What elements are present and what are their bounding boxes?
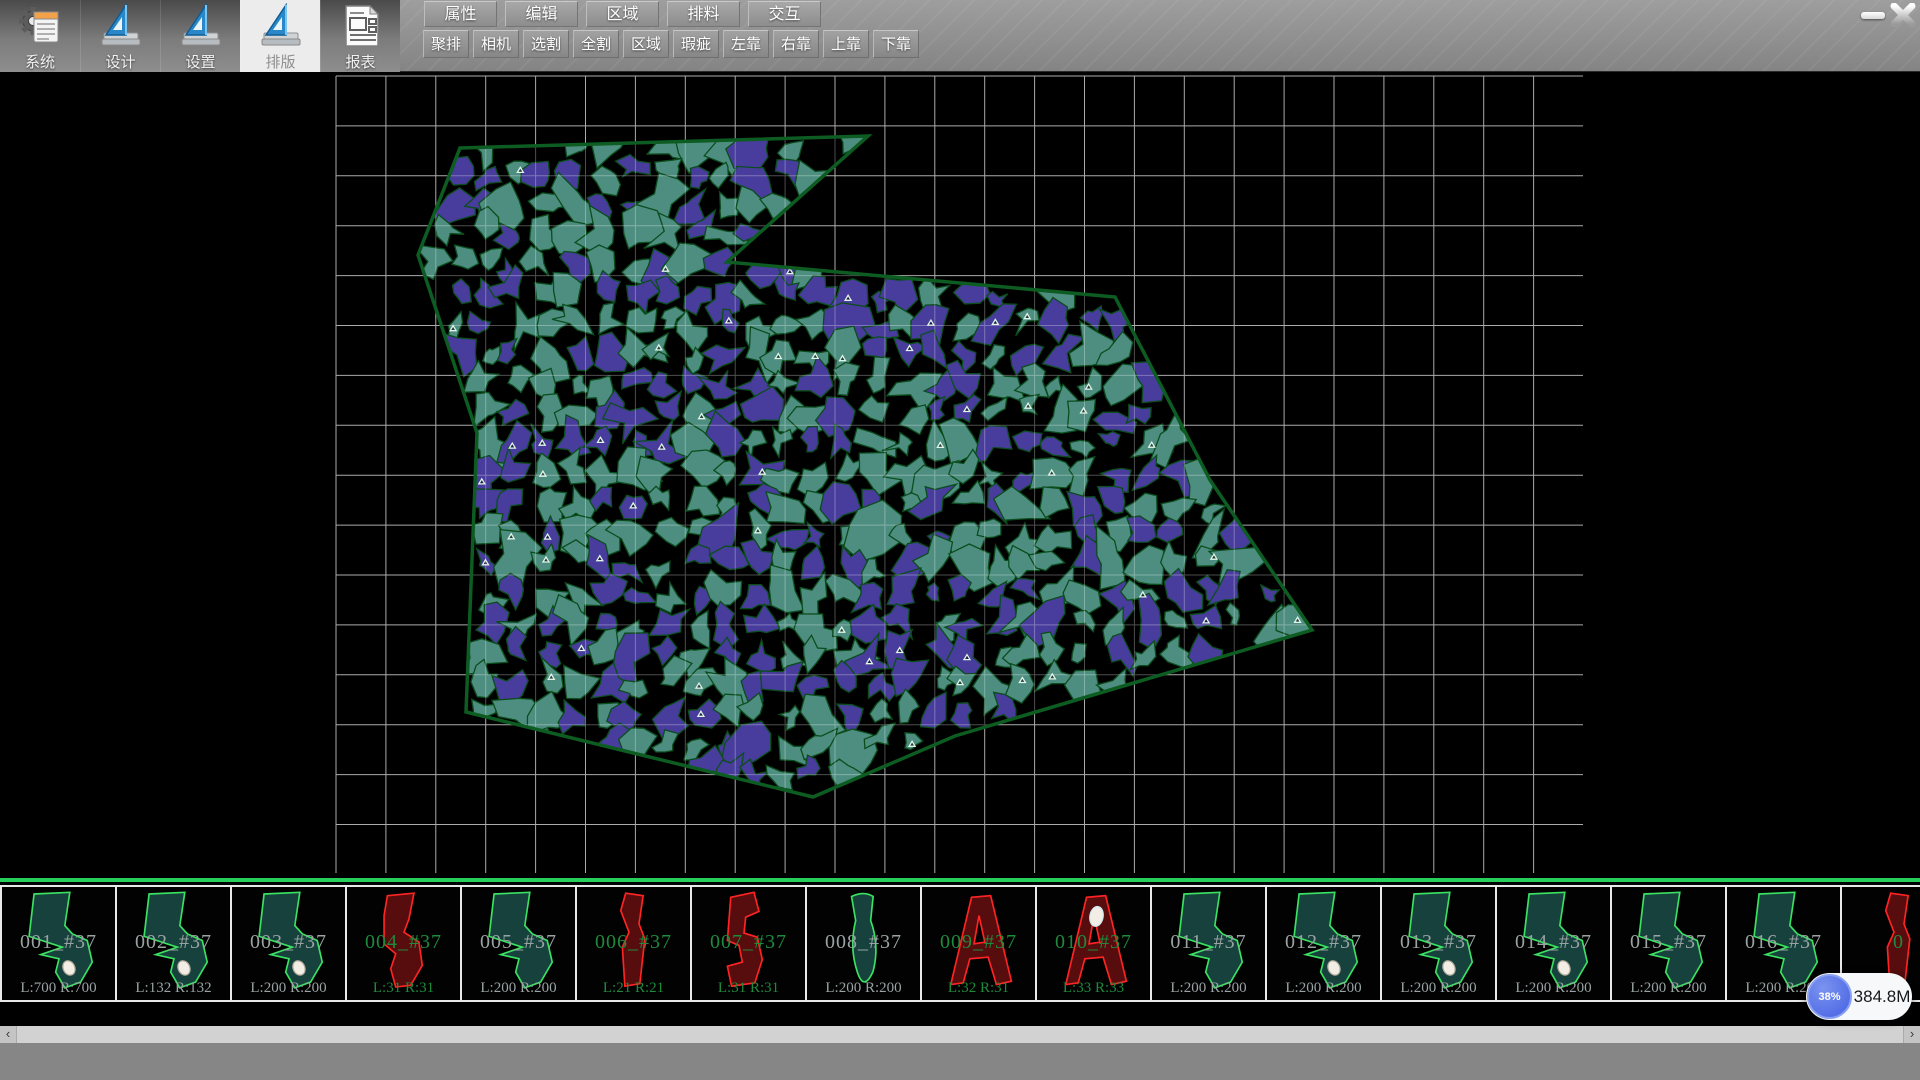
piece-thumbnail-14[interactable]: 014_#37L:200 R:200	[1497, 887, 1612, 1000]
main-button-label: 设置	[185, 51, 215, 72]
main-button-report[interactable]: 报表	[320, 0, 400, 72]
piece-shape	[1511, 889, 1597, 997]
toolbar: 系统 设计 设置 排版	[0, 0, 1920, 72]
scroll-left-button[interactable]: ‹	[0, 1026, 17, 1043]
close-x-icon	[1890, 3, 1916, 27]
piece-thumbnail-15[interactable]: 015_#37L:200 R:200	[1612, 887, 1727, 1000]
status-bar	[0, 1043, 1920, 1080]
triangle-ruler-icon	[98, 3, 144, 49]
action-button-5[interactable]: 区域	[623, 30, 669, 58]
main-button-label: 设计	[105, 51, 135, 72]
piece-thumbnail-9[interactable]: 009_#37L:32 R:31	[922, 887, 1037, 1000]
action-toolbar: 聚排相机选割全割区域瑕疵左靠右靠上靠下靠	[423, 30, 923, 58]
close-button[interactable]	[1888, 2, 1918, 28]
memory-badge: 38% 384.8M	[1806, 973, 1912, 1020]
memory-value: 384.8M	[1854, 973, 1910, 1020]
piece-thumbnail-2[interactable]: 002_#37L:132 R:132	[117, 887, 232, 1000]
piece-shape	[591, 889, 677, 997]
piece-shape	[131, 889, 217, 997]
action-button-1[interactable]: 聚排	[423, 30, 469, 58]
piece-thumbnail-4[interactable]: 004_#37L:31 R:31	[347, 887, 462, 1000]
piece-shape	[16, 889, 102, 997]
piece-shape	[361, 889, 447, 997]
triangle-ruler-icon	[258, 3, 304, 49]
piece-shape	[706, 889, 792, 997]
piece-thumbnail-1[interactable]: 001_#37L:700 R:700	[2, 887, 117, 1000]
action-button-3[interactable]: 选割	[523, 30, 569, 58]
action-button-10[interactable]: 下靠	[873, 30, 919, 58]
piece-thumbnail-13[interactable]: 013_#37L:200 R:200	[1382, 887, 1497, 1000]
menu-tab-2[interactable]: 编辑	[505, 1, 578, 27]
piece-thumbnail-5[interactable]: 005_#37L:200 R:200	[462, 887, 577, 1000]
menu-tab-1[interactable]: 属性	[424, 1, 497, 27]
action-button-2[interactable]: 相机	[473, 30, 519, 58]
progress-circle: 38%	[1807, 974, 1852, 1019]
main-button-label: 报表	[345, 51, 375, 72]
piece-thumbnail-7[interactable]: 007_#37L:31 R:31	[692, 887, 807, 1000]
piece-thumbnail-10[interactable]: 010_#37L:33 R:33	[1037, 887, 1152, 1000]
report-document-icon	[338, 3, 384, 49]
main-button-system[interactable]: 系统	[0, 0, 80, 72]
triangle-ruler-icon	[178, 3, 224, 49]
piece-shape	[936, 889, 1022, 997]
main-toolbar: 系统 设计 设置 排版	[0, 0, 400, 72]
horizontal-scrollbar[interactable]: ‹ ›	[0, 1026, 1920, 1043]
main-button-design[interactable]: 设计	[80, 0, 160, 72]
minimize-icon	[1861, 12, 1885, 19]
scroll-right-button[interactable]: ›	[1903, 1026, 1920, 1043]
gear-document-icon	[17, 3, 63, 49]
action-button-4[interactable]: 全割	[573, 30, 619, 58]
piece-shape	[1166, 889, 1252, 997]
strip-separator	[0, 878, 1920, 882]
piece-shape	[1051, 889, 1137, 997]
piece-shape	[476, 889, 562, 997]
action-button-7[interactable]: 左靠	[723, 30, 769, 58]
piece-shape	[1626, 889, 1712, 997]
window-controls	[1858, 2, 1918, 28]
menu-tab-3[interactable]: 区域	[586, 1, 659, 27]
piece-thumbnail-11[interactable]: 011_#37L:200 R:200	[1152, 887, 1267, 1000]
action-button-6[interactable]: 瑕疵	[673, 30, 719, 58]
menu-tab-4[interactable]: 排料	[667, 1, 740, 27]
piece-shape	[1281, 889, 1367, 997]
piece-shape	[1396, 889, 1482, 997]
main-button-label: 排版	[265, 51, 295, 72]
menu-tabs: 属性编辑区域排料交互	[424, 1, 829, 28]
menu-tab-5[interactable]: 交互	[748, 1, 821, 27]
pieces-strip: 001_#37L:700 R:700002_#37L:132 R:132003_…	[0, 885, 1920, 1002]
piece-thumbnail-8[interactable]: 008_#37L:200 R:200	[807, 887, 922, 1000]
action-button-9[interactable]: 上靠	[823, 30, 869, 58]
main-button-nesting[interactable]: 排版	[240, 0, 320, 72]
action-button-8[interactable]: 右靠	[773, 30, 819, 58]
minimize-button[interactable]	[1858, 2, 1888, 28]
piece-thumbnail-6[interactable]: 006_#37L:21 R:21	[577, 887, 692, 1000]
piece-thumbnail-3[interactable]: 003_#37L:200 R:200	[232, 887, 347, 1000]
piece-thumbnail-12[interactable]: 012_#37L:200 R:200	[1267, 887, 1382, 1000]
nesting-canvas[interactable]	[0, 72, 1920, 878]
main-button-label: 系统	[25, 51, 55, 72]
piece-shape	[821, 889, 907, 997]
piece-shape	[246, 889, 332, 997]
main-button-settings[interactable]: 设置	[160, 0, 240, 72]
canvas-svg	[0, 72, 1920, 878]
